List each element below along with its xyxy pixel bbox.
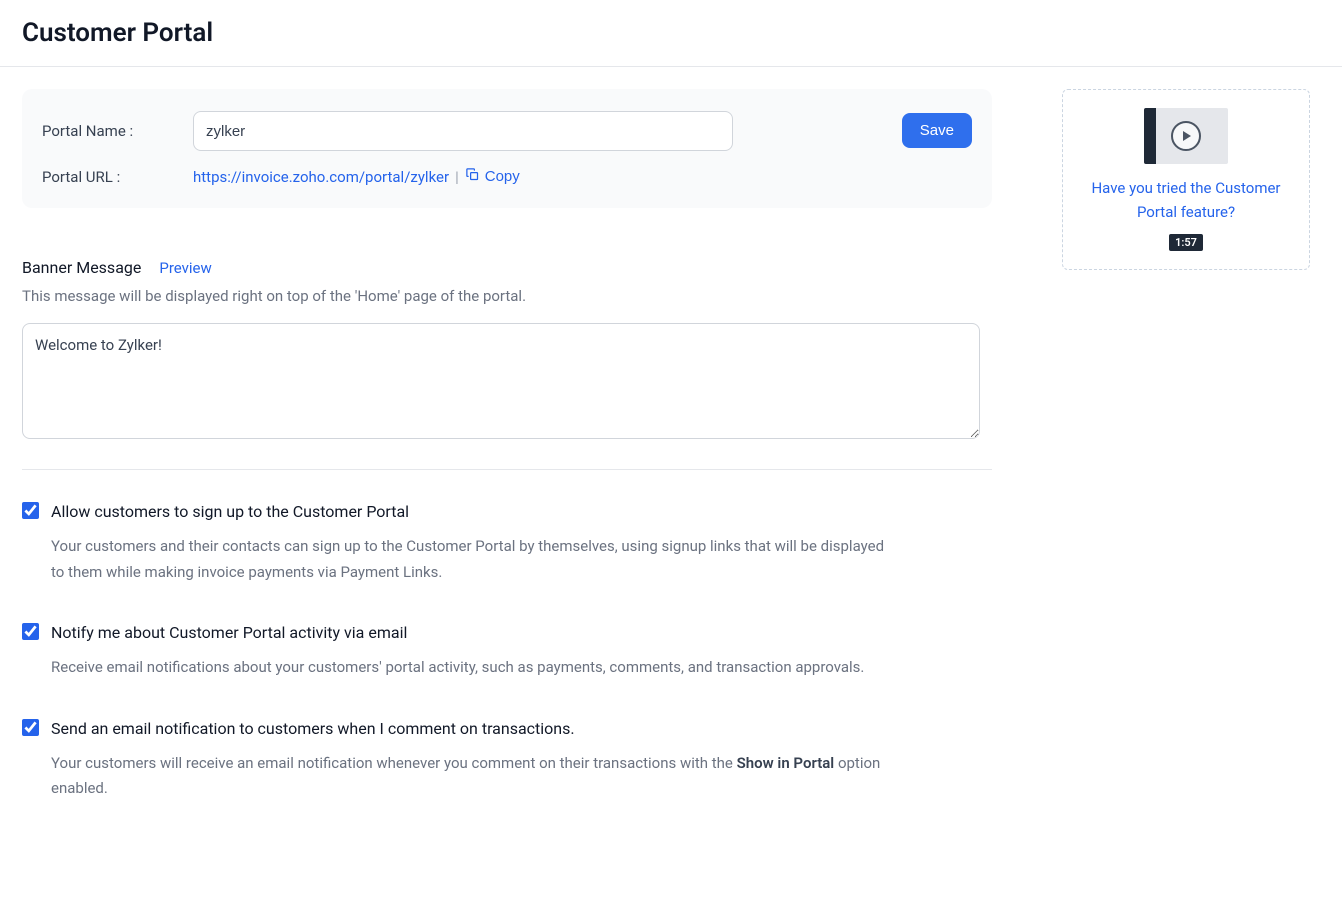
banner-message-textarea[interactable] [22, 323, 980, 439]
banner-hint: This message will be displayed right on … [22, 287, 992, 305]
copy-icon [465, 167, 480, 186]
portal-url-link[interactable]: https://invoice.zoho.com/portal/zylker [193, 168, 449, 186]
copy-label: Copy [485, 168, 520, 185]
promo-video-title[interactable]: Have you tried the Customer Portal featu… [1077, 176, 1295, 224]
portal-name-input[interactable] [193, 111, 733, 151]
option-notify-activity: Notify me about Customer Portal activity… [22, 621, 992, 681]
banner-message-title: Banner Message [22, 258, 141, 277]
promo-video-card[interactable]: Have you tried the Customer Portal featu… [1062, 89, 1310, 270]
url-separator: | [455, 168, 459, 186]
save-button[interactable]: Save [902, 113, 972, 148]
portal-name-label: Portal Name : [42, 122, 177, 140]
promo-video-thumbnail [1144, 108, 1228, 164]
option-notify-activity-desc: Receive email notifications about your c… [51, 655, 891, 681]
option-allow-signup-label[interactable]: Allow customers to sign up to the Custom… [51, 500, 992, 524]
promo-video-duration: 1:57 [1169, 234, 1203, 251]
option-notify-activity-label[interactable]: Notify me about Customer Portal activity… [51, 621, 992, 645]
page-title: Customer Portal [0, 0, 1342, 66]
play-icon [1171, 121, 1201, 151]
option-email-on-comment-desc: Your customers will receive an email not… [51, 751, 891, 802]
portal-url-label: Portal URL : [42, 168, 177, 186]
option-notify-activity-checkbox[interactable] [22, 623, 39, 640]
section-divider [22, 469, 992, 470]
option-allow-signup-checkbox[interactable] [22, 502, 39, 519]
portal-config-box: Portal Name : Portal URL : https://invoi… [22, 89, 992, 208]
option-email-on-comment-checkbox[interactable] [22, 719, 39, 736]
copy-url-button[interactable]: Copy [465, 167, 520, 186]
banner-preview-link[interactable]: Preview [159, 259, 211, 277]
option-allow-signup-desc: Your customers and their contacts can si… [51, 534, 891, 585]
option-email-on-comment: Send an email notification to customers … [22, 717, 992, 802]
option-email-on-comment-label[interactable]: Send an email notification to customers … [51, 717, 992, 741]
option-allow-signup: Allow customers to sign up to the Custom… [22, 500, 992, 585]
